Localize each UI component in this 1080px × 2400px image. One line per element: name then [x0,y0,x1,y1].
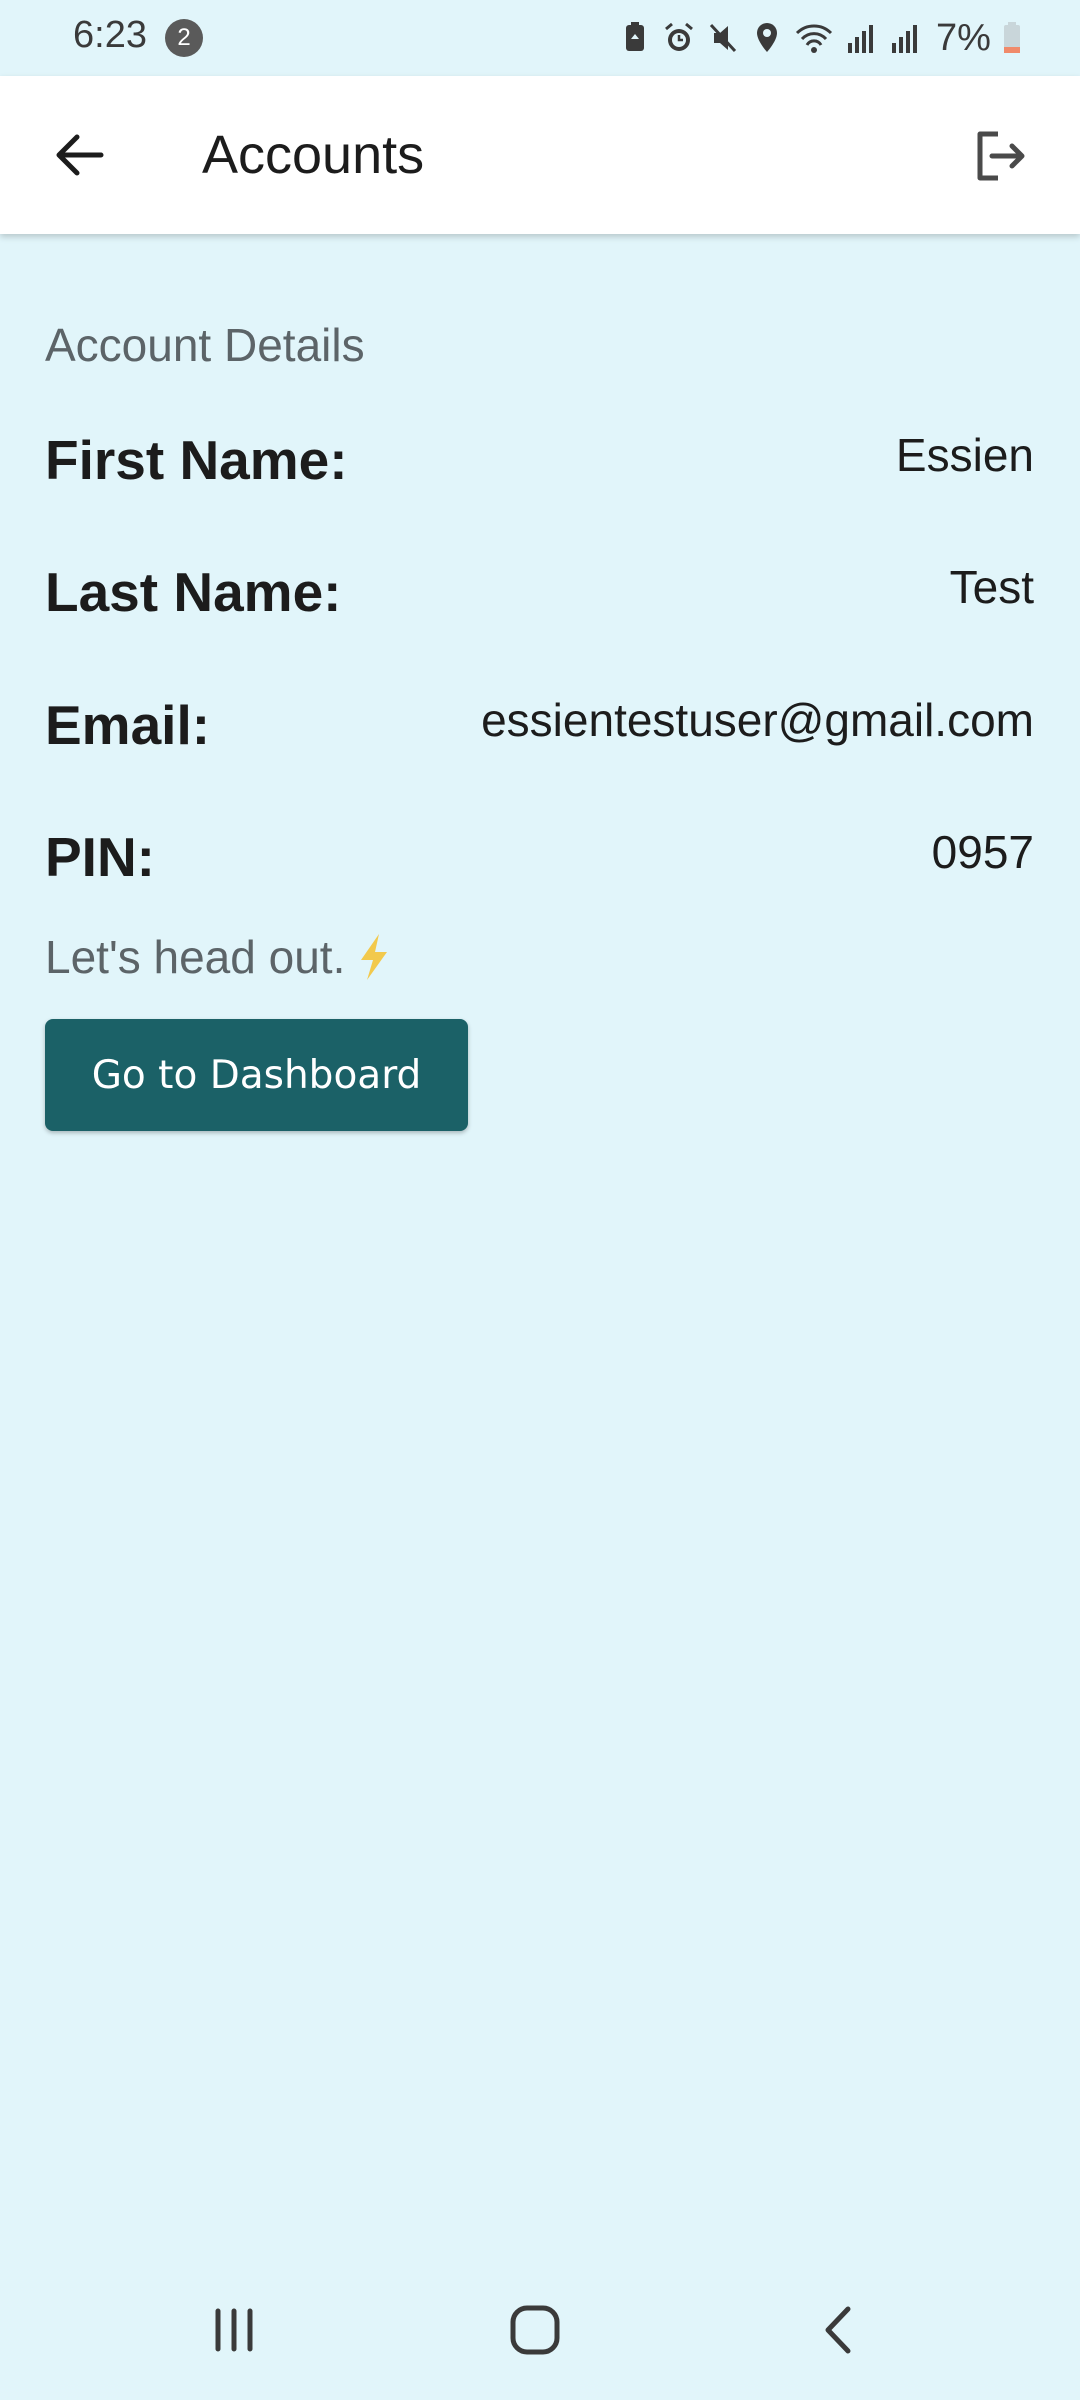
wifi-icon [795,24,833,53]
signal-icon [848,25,873,53]
first-name-label: First Name: [45,429,348,491]
home-button[interactable] [490,2290,580,2370]
back-button[interactable] [40,120,118,190]
app-bar: Accounts [0,76,1080,234]
arrow-left-icon [56,134,104,176]
lightning-icon [361,934,388,980]
pin-label: PIN: [45,826,155,888]
status-time: 6:23 [73,14,147,56]
recents-icon [215,2308,253,2352]
email-value: essientestuser@gmail.com [481,694,1034,746]
back-chevron-icon [825,2306,851,2354]
system-back-button[interactable] [793,2290,883,2370]
battery-icon [1003,22,1020,53]
navigation-bar [0,2262,1080,2400]
email-label: Email: [45,694,211,756]
mute-icon [709,23,737,53]
alarm-icon [665,22,693,51]
home-icon [510,2305,560,2355]
logout-icon [977,131,1025,181]
status-bar: 6:23 2 7% [0,0,1080,76]
recents-button[interactable] [189,2290,279,2370]
last-name-label: Last Name: [45,561,342,623]
go-to-dashboard-button[interactable]: Go to Dashboard [45,1019,468,1131]
tagline-text: Let's head out. [45,931,346,983]
logout-button[interactable] [960,124,1040,188]
battery-saver-icon [626,22,644,51]
first-name-value: Essien [895,429,1034,481]
page-title: Accounts [202,125,425,185]
notification-count-badge: 2 [165,19,203,57]
last-name-value: Test [949,561,1034,613]
battery-percentage: 7% [936,16,991,59]
location-icon [757,23,777,52]
section-heading: Account Details [45,319,365,371]
accounts-screen: 6:23 2 7% Accounts Account Details First… [0,0,1080,2400]
tagline: Let's head out. [45,930,391,984]
status-icons: 7% [618,16,1023,59]
signal-icon-2 [892,25,917,53]
pin-value: 0957 [931,826,1034,878]
